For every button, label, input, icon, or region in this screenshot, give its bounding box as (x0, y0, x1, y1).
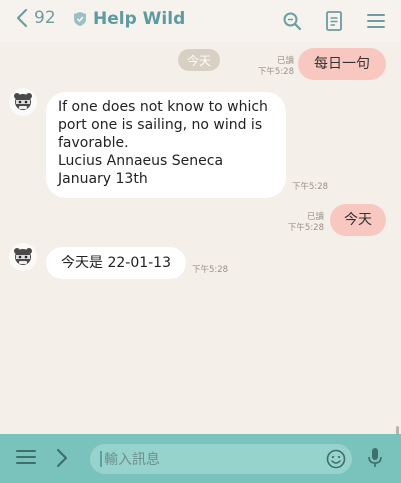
emoji-button[interactable] (326, 449, 346, 469)
menu-icon (367, 14, 385, 28)
message-time: 下午5:28 (287, 223, 324, 233)
message-input-bar (0, 434, 401, 483)
chat-area[interactable]: 今天 已讀 下午5:28 每日一句 If one does not know t… (0, 42, 401, 438)
note-button[interactable] (321, 8, 347, 34)
message-time: 下午5:28 (257, 67, 294, 77)
search-button[interactable] (279, 8, 305, 34)
chevron-left-icon (16, 8, 28, 28)
message-line: favorable. (58, 135, 129, 151)
chat-title-text: Help Wild (93, 9, 186, 29)
message-meta: 已讀 下午5:28 (244, 56, 294, 78)
message-meta: 下午5:28 (192, 265, 242, 276)
menu-toggle-button[interactable] (16, 448, 36, 470)
search-icon (283, 12, 302, 31)
date-separator: 今天 (178, 49, 220, 71)
message-meta: 下午5:28 (292, 182, 342, 193)
message-bubble-incoming[interactable]: 今天是 22-01-13 (46, 247, 186, 279)
voice-button[interactable] (366, 447, 384, 473)
unread-count: 92 (34, 8, 56, 28)
back-button[interactable]: 92 (16, 8, 56, 28)
shield-icon (74, 12, 86, 26)
message-input[interactable] (102, 449, 316, 471)
chevron-right-icon (56, 448, 68, 468)
microphone-icon (368, 448, 382, 467)
message-time: 下午5:28 (292, 182, 329, 192)
note-icon (326, 11, 342, 31)
emoji-icon (326, 449, 346, 469)
chat-header: 92 Help Wild (0, 0, 401, 42)
message-input-container[interactable] (90, 444, 352, 474)
read-receipt: 已讀 (306, 212, 324, 222)
menu-button[interactable] (363, 8, 389, 34)
message-time: 下午5:28 (192, 265, 229, 275)
message-bubble-outgoing[interactable]: 每日一句 (298, 48, 386, 80)
avatar[interactable] (9, 88, 37, 116)
hamburger-menu-icon (16, 450, 36, 464)
message-meta: 已讀 下午5:28 (274, 212, 324, 234)
chat-title[interactable]: Help Wild (73, 9, 185, 29)
expand-button[interactable] (56, 448, 68, 472)
message-line: port one is sailing, no wind is (58, 117, 263, 133)
message-bubble-outgoing[interactable]: 今天 (330, 204, 386, 236)
message-bubble-incoming[interactable]: If one does not know to which port one i… (46, 92, 286, 198)
avatar[interactable] (9, 243, 37, 271)
read-receipt: 已讀 (276, 56, 294, 66)
message-line: January 13th (58, 171, 148, 187)
message-line: Lucius Annaeus Seneca (58, 153, 224, 169)
message-line: If one does not know to which (58, 99, 268, 115)
raccoon-avatar-icon (14, 248, 32, 265)
raccoon-avatar-icon (14, 93, 32, 110)
